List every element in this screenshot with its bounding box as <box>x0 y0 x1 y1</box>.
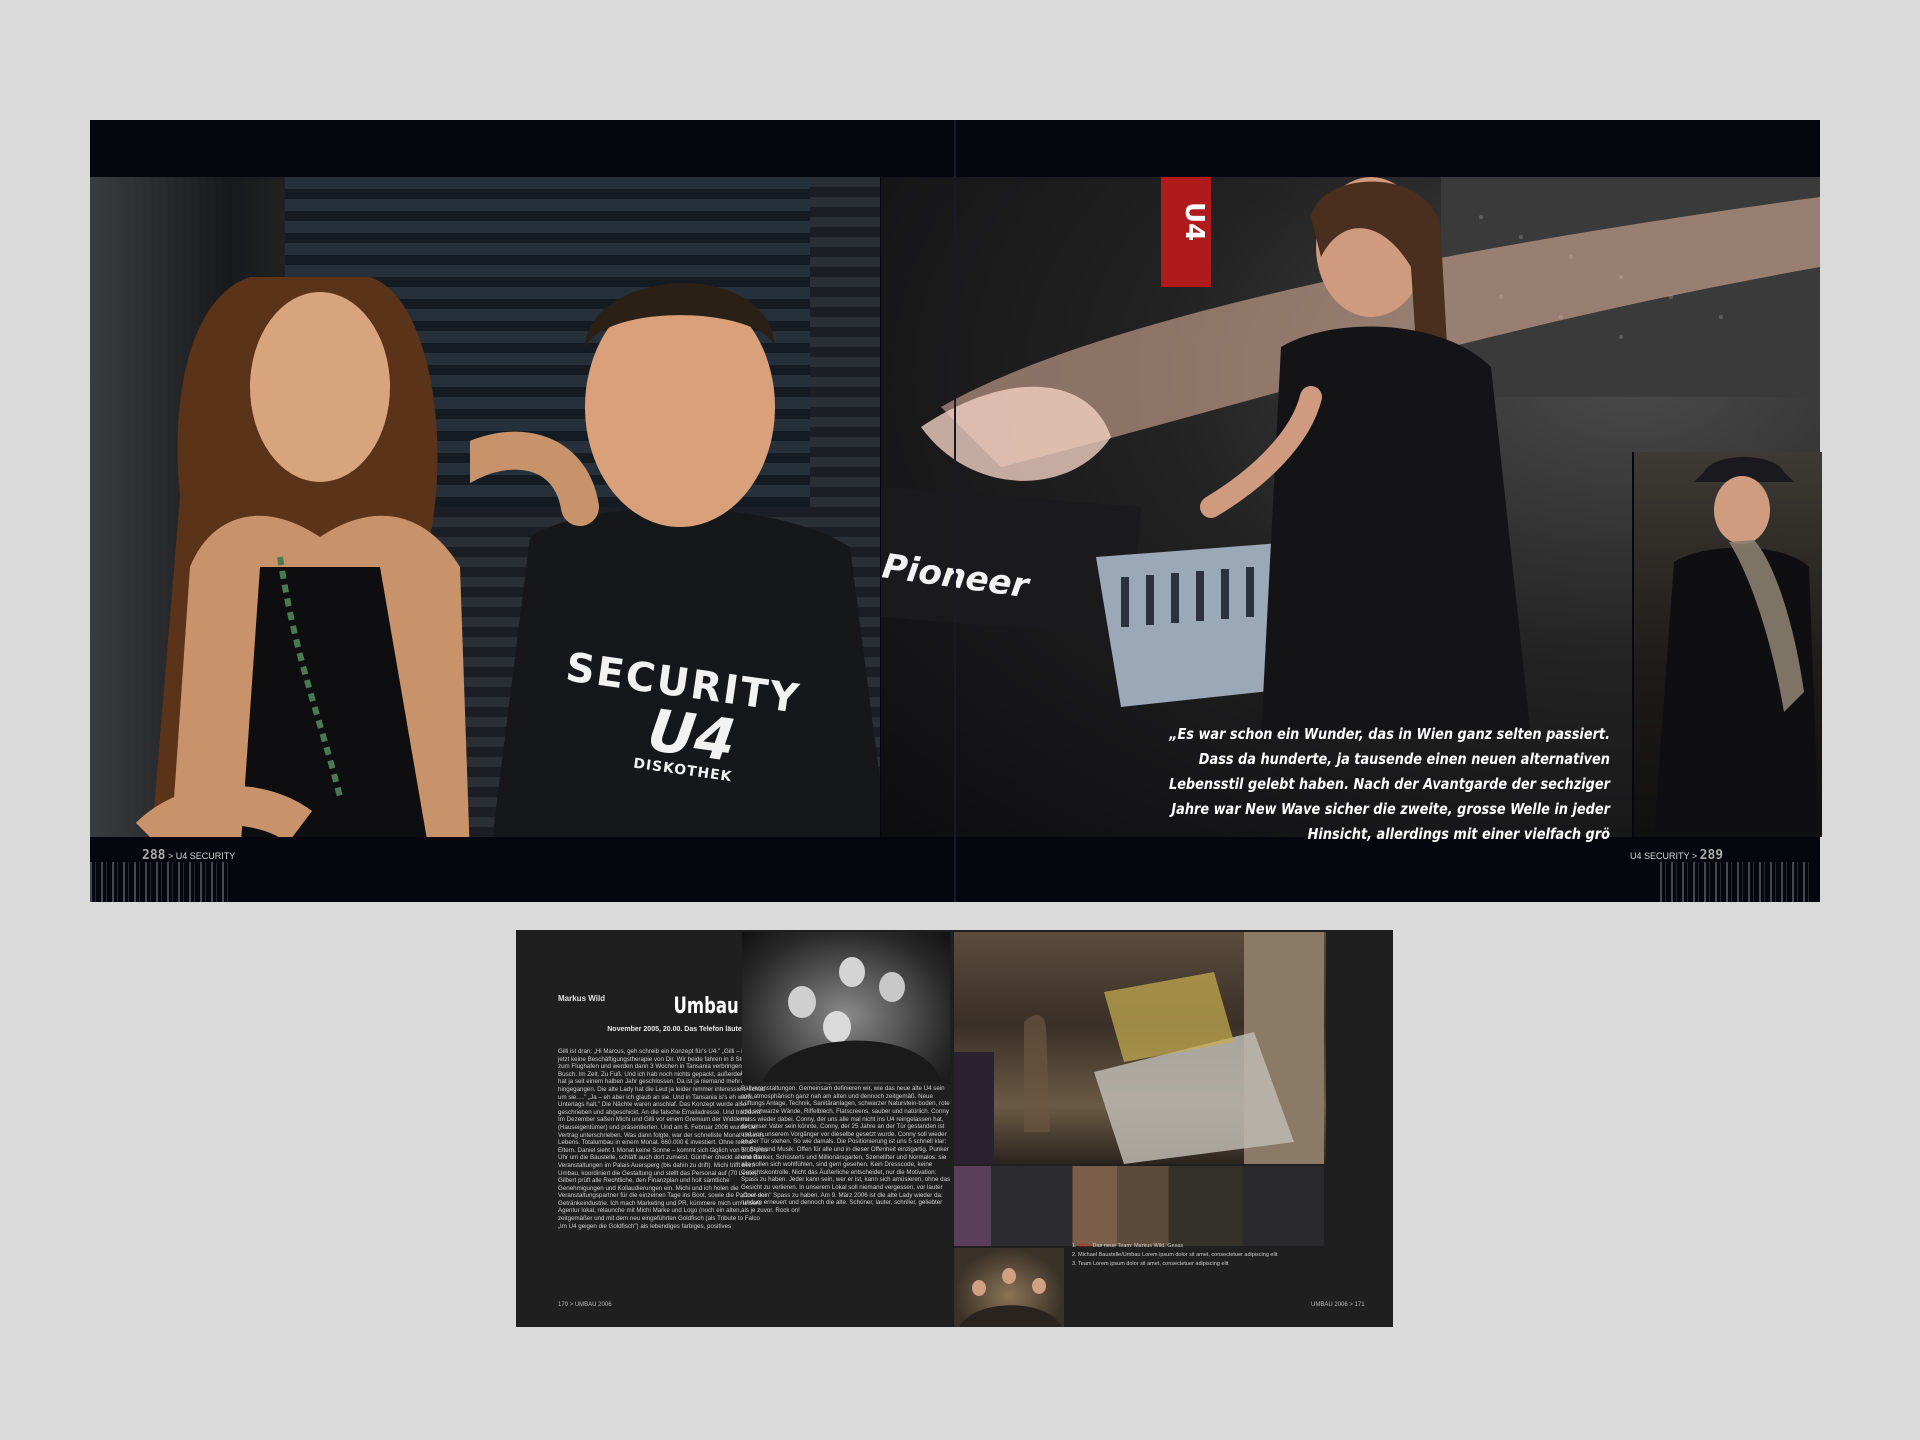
folio-right: U4 SECURITY > 289 <box>1630 848 1723 863</box>
magazine-spread-bottom: Markus Wild Umbau November 2005, 20.00. … <box>516 930 1393 1327</box>
article-subtitle: November 2005, 20.00. Das Telefon läutet… <box>607 1026 746 1033</box>
caption-3: 3. Team Lorem ipsum dolor sit amet, cons… <box>1072 1261 1229 1267</box>
photo-construction-site <box>954 932 1326 1164</box>
caption-2: 2. Michael Baustelle/Umbau Lorem ipsum d… <box>1072 1252 1278 1258</box>
caption-1: 1. Michi Das neue Team: Markus Wild, Ges… <box>1072 1242 1292 1251</box>
photo-couple: SECURITY U4 DISKOTHEK <box>90 177 880 837</box>
sign-u4-text: U4 <box>1179 202 1209 241</box>
dj-body <box>1261 326 1531 737</box>
photo-woman-leather-jacket <box>1632 452 1822 837</box>
author-name: Markus Wild <box>558 994 606 1003</box>
folio-bottom-right: UMBAU 2006 > 171 <box>1311 1302 1365 1308</box>
spread-gutter <box>954 120 956 902</box>
caption-1-highlight: Michi <box>1078 1243 1091 1249</box>
body-column-2: Element. Besprechungen aller 5 Partner f… <box>741 1070 951 1214</box>
magazine-spread-top: SECURITY U4 DISKOTHEK U4 Pioneer „Es war… <box>90 120 1822 902</box>
folio-left: 288 > U4 SECURITY <box>142 848 235 863</box>
grunge-texture-right <box>1660 862 1810 902</box>
article-title: Umbau <box>673 994 739 1019</box>
photo-strip-interiors <box>954 1166 1324 1246</box>
page-number-left: 288 <box>142 848 166 863</box>
running-head-left: > U4 SECURITY <box>168 851 236 861</box>
caption-1-text: Das neue Team: Markus Wild, Gesas <box>1092 1243 1184 1249</box>
photo-team-group <box>742 932 950 1084</box>
grunge-texture-left <box>90 862 230 902</box>
pull-quote: „Es war schon ein Wunder, das in Wien ga… <box>1168 725 1610 843</box>
page-number-right: 289 <box>1699 848 1724 863</box>
photo-captions: 1. Michi Das neue Team: Markus Wild, Ges… <box>1072 1242 1292 1269</box>
caption-1-number: 1. <box>1072 1243 1077 1249</box>
running-head-right: U4 SECURITY > <box>1630 851 1698 861</box>
folio-bottom-left: 170 > UMBAU 2006 <box>558 1302 612 1308</box>
woman-figure <box>135 277 470 837</box>
photo-team-seated <box>954 1248 1064 1327</box>
body-column-1: Gilli ist dran: „Hi Marcus, geh schreib … <box>558 1048 770 1230</box>
